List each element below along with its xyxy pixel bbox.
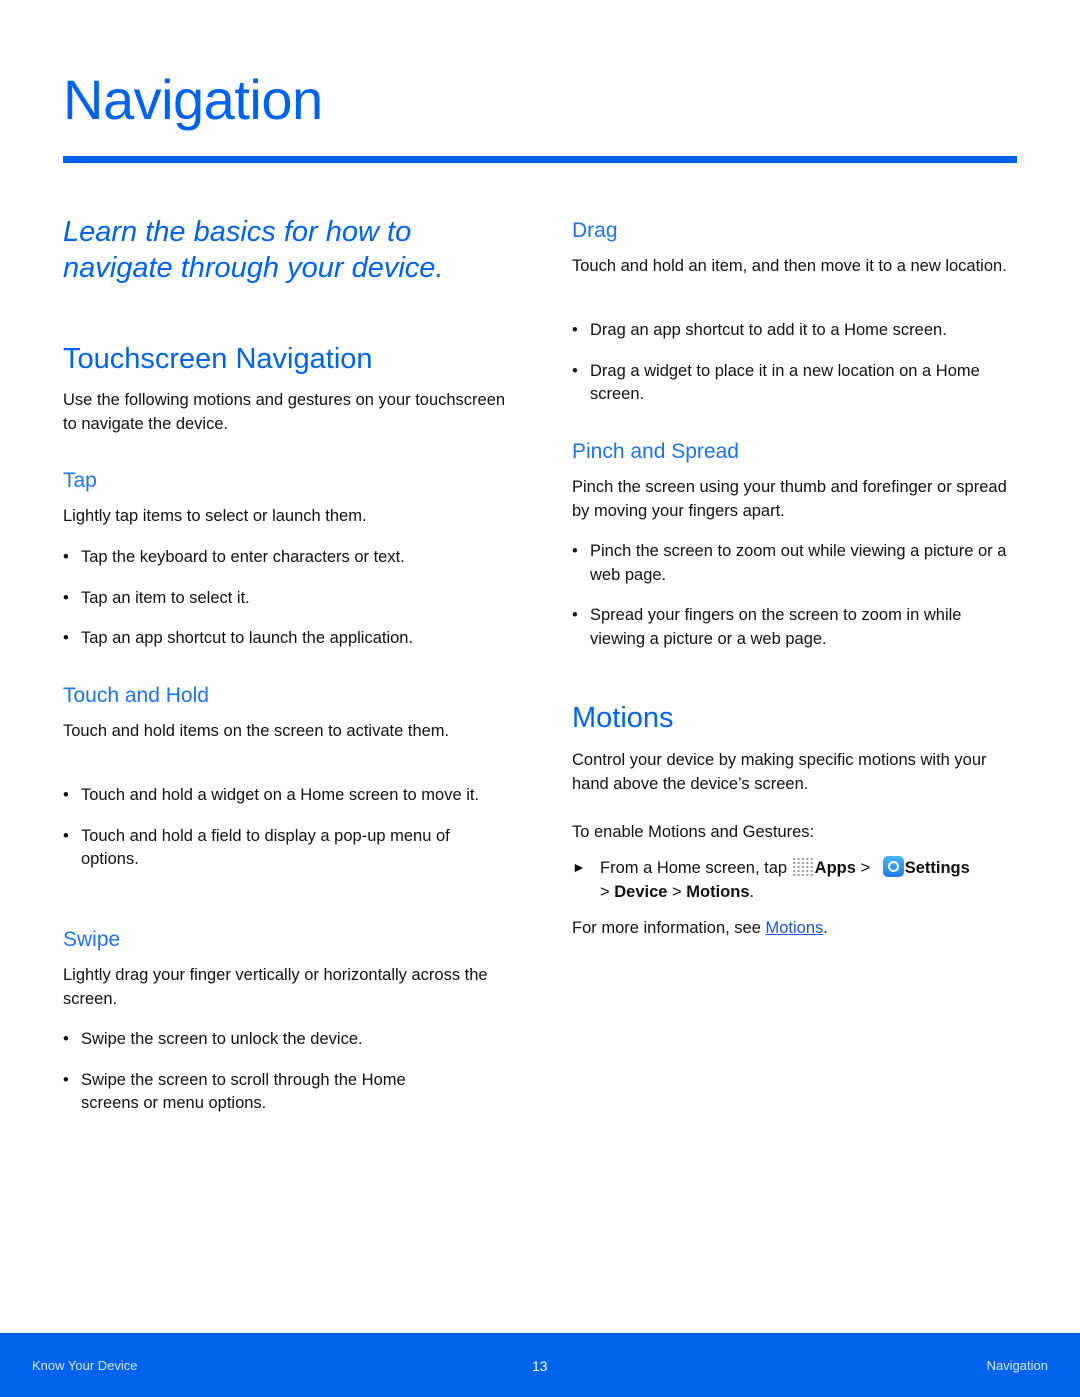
step-suffix: . — [749, 882, 755, 901]
swipe-body: Lightly drag your finger vertically or h… — [63, 966, 488, 1008]
swipe-heading: Swipe — [63, 928, 121, 951]
pinch-and-spread-body: Pinch the screen using your thumb and fo… — [572, 478, 1007, 520]
more-info-suffix: . — [823, 919, 828, 937]
apps-label: Apps — [814, 859, 856, 877]
step-separator: > — [600, 882, 615, 901]
list-item: Pinch the screen to zoom out while viewi… — [572, 540, 1017, 587]
list-item: Drag a widget to place it in a new locat… — [572, 360, 1017, 407]
list-item: Touch and hold a widget on a Home screen… — [63, 784, 508, 808]
list-item: Swipe the screen to scroll through the H… — [63, 1069, 423, 1116]
drag-bullet-list: Drag an app shortcut to add it to a Home… — [572, 319, 1017, 424]
step-separator: > — [667, 882, 687, 901]
motions-heading: Motions — [572, 702, 674, 734]
page-title: Navigation — [63, 68, 323, 131]
touch-and-hold-bullet-list: Touch and hold a widget on a Home screen… — [63, 784, 508, 889]
list-item: Touch and hold a field to display a pop-… — [63, 825, 508, 872]
more-info-prefix: For more information, see — [572, 919, 766, 937]
list-item: Tap an app shortcut to launch the applic… — [63, 627, 508, 651]
intro-text: Learn the basics for how to navigate thr… — [63, 216, 444, 284]
pinch-and-spread-bullet-list: Pinch the screen to zoom out while viewi… — [572, 540, 1017, 668]
title-divider — [63, 156, 1017, 163]
swipe-bullet-list: Swipe the screen to unlock the device. S… — [63, 1028, 423, 1133]
motions-link[interactable]: Motions — [766, 919, 824, 937]
tap-body: Lightly tap items to select or launch th… — [63, 507, 367, 525]
settings-gear-icon — [882, 856, 904, 877]
apps-grid-icon — [791, 857, 814, 877]
more-info-text: For more information, see Motions. — [572, 917, 1017, 941]
touch-and-hold-heading: Touch and Hold — [63, 684, 209, 707]
drag-heading: Drag — [572, 219, 618, 242]
list-item: Tap the keyboard to enter characters or … — [63, 546, 508, 570]
step-separator: > — [855, 859, 875, 877]
step-prefix: From a Home screen, tap — [600, 859, 792, 877]
touchscreen-body: Use the following motions and gestures o… — [63, 391, 506, 433]
tap-heading: Tap — [63, 469, 97, 492]
list-item: Swipe the screen to unlock the device. — [63, 1028, 423, 1052]
list-item: Spread your fingers on the screen to zoo… — [572, 604, 1017, 651]
touch-and-hold-body: Touch and hold items on the screen to ac… — [63, 722, 450, 740]
settings-label: Settings — [904, 859, 970, 877]
motions-step: ► From a Home screen, tap Apps > Setting… — [572, 856, 1022, 904]
footer-chapter: Know Your Device — [32, 1358, 138, 1373]
tap-bullet-list: Tap the keyboard to enter characters or … — [63, 546, 508, 668]
list-item: Tap an item to select it. — [63, 587, 508, 611]
motions-label: Motions — [686, 882, 750, 901]
motions-body: Control your device by making specific m… — [572, 751, 987, 793]
footer-section: Navigation — [986, 1358, 1048, 1373]
page-footer: Know Your Device 13 Navigation — [0, 1333, 1080, 1397]
pinch-and-spread-heading: Pinch and Spread — [572, 440, 739, 463]
device-label: Device — [614, 882, 668, 901]
motions-enable-label: To enable Motions and Gestures: — [572, 823, 815, 841]
list-item: Drag an app shortcut to add it to a Home… — [572, 319, 1017, 343]
touchscreen-navigation-heading: Touchscreen Navigation — [63, 343, 373, 375]
arrow-bullet-icon: ► — [572, 859, 586, 875]
drag-body: Touch and hold an item, and then move it… — [572, 257, 1007, 275]
footer-page-number: 13 — [532, 1358, 548, 1374]
